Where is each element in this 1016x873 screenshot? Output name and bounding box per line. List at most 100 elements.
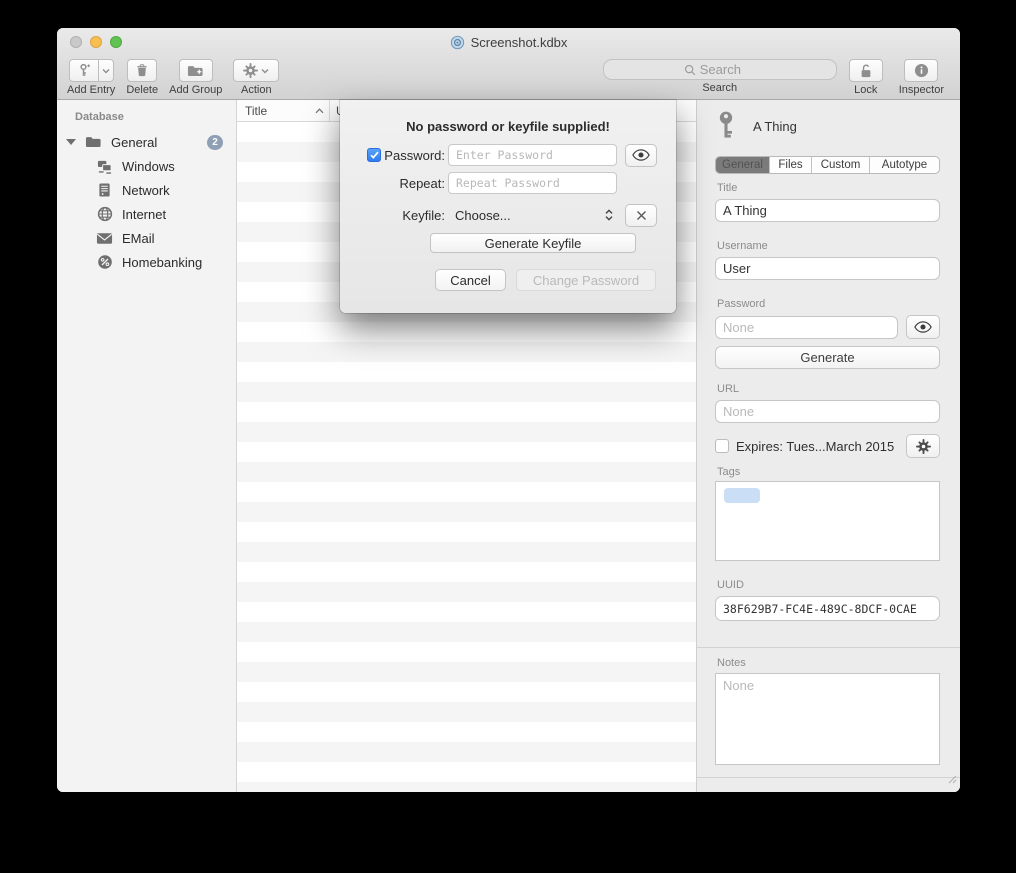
sidebar-section-header: Database xyxy=(75,111,236,123)
repeat-password-input[interactable] xyxy=(448,172,617,194)
disclosure-triangle-icon[interactable] xyxy=(66,139,76,145)
password-field[interactable] xyxy=(715,316,898,339)
sidebar-item-label: Homebanking xyxy=(122,255,202,270)
keyfile-popup[interactable]: Choose... xyxy=(448,208,617,223)
search-input[interactable] xyxy=(700,62,756,77)
inspector-item: Inspector xyxy=(899,59,944,96)
divider xyxy=(697,777,960,778)
action-button[interactable] xyxy=(233,59,279,82)
url-field[interactable] xyxy=(715,400,940,423)
windows-icon xyxy=(96,158,113,175)
resize-grip[interactable] xyxy=(946,771,957,789)
keyfile-label: Keyfile: xyxy=(402,208,445,223)
tags-label: Tags xyxy=(717,466,940,478)
column-header-title[interactable]: Title xyxy=(237,100,330,121)
sidebar-item-network[interactable]: Network xyxy=(57,178,236,202)
notes-label: Notes xyxy=(717,657,940,669)
reveal-password-button[interactable] xyxy=(625,144,657,167)
app-window: Screenshot.kdbx Add Ent xyxy=(57,28,960,792)
document-proxy-icon[interactable] xyxy=(450,35,465,50)
tag-pill[interactable] xyxy=(724,488,760,503)
expires-settings-button[interactable] xyxy=(906,434,940,458)
search-label: Search xyxy=(702,82,737,94)
sidebar-item-internet[interactable]: Internet xyxy=(57,202,236,226)
search-item: Search xyxy=(603,59,837,94)
change-password-button[interactable]: Change Password xyxy=(516,269,656,291)
add-entry-item: Add Entry xyxy=(67,59,115,96)
close-x-icon xyxy=(636,210,647,221)
reveal-password-button[interactable] xyxy=(906,315,940,339)
add-entry-dropdown-button[interactable] xyxy=(99,59,114,82)
sidebar-item-label: Windows xyxy=(122,159,175,174)
clear-keyfile-button[interactable] xyxy=(625,204,657,227)
tab-custom[interactable]: Custom xyxy=(812,157,870,173)
password-field-label: Password xyxy=(717,298,940,310)
add-entry-label: Add Entry xyxy=(67,84,115,96)
delete-button[interactable] xyxy=(127,59,157,82)
eye-icon xyxy=(914,321,932,333)
key-plus-icon xyxy=(76,63,91,78)
expires-label: Expires: Tues...March 2015 xyxy=(736,439,899,454)
sidebar-item-windows[interactable]: Windows xyxy=(57,154,236,178)
tab-general[interactable]: General xyxy=(716,157,770,173)
repeat-label: Repeat: xyxy=(399,176,445,191)
change-password-dialog: No password or keyfile supplied! Passwor… xyxy=(340,100,676,313)
add-group-button[interactable] xyxy=(179,59,213,82)
delete-label: Delete xyxy=(126,84,158,96)
generate-keyfile-button[interactable]: Generate Keyfile xyxy=(430,233,636,253)
sidebar-item-label: Internet xyxy=(122,207,166,222)
keyfile-value: Choose... xyxy=(455,208,511,223)
sidebar-item-homebanking[interactable]: Homebanking xyxy=(57,250,236,274)
tab-autotype[interactable]: Autotype xyxy=(870,157,939,173)
chevron-down-icon xyxy=(261,68,269,74)
tab-files[interactable]: Files xyxy=(770,157,812,173)
title-field-label: Title xyxy=(717,182,940,194)
sidebar-item-general[interactable]: General 2 xyxy=(57,130,236,154)
add-entry-button[interactable] xyxy=(69,59,99,82)
lock-item: Lock xyxy=(849,59,883,96)
add-group-item: Add Group xyxy=(169,59,222,96)
percent-icon xyxy=(96,254,113,271)
search-icon xyxy=(684,64,696,76)
password-checkbox[interactable] xyxy=(367,148,381,162)
folder-plus-icon xyxy=(187,64,204,78)
window-title: Screenshot.kdbx xyxy=(471,35,568,50)
sidebar-item-email[interactable]: EMail xyxy=(57,226,236,250)
search-field[interactable] xyxy=(603,59,837,80)
uuid-field[interactable] xyxy=(715,596,940,621)
title-field[interactable] xyxy=(715,199,940,222)
gear-icon xyxy=(916,439,931,454)
envelope-icon xyxy=(96,230,113,247)
inspector-header: A Thing xyxy=(715,108,940,144)
password-label: Password: xyxy=(384,148,445,163)
sidebar-item-label: EMail xyxy=(122,231,155,246)
username-field[interactable] xyxy=(715,257,940,280)
action-label: Action xyxy=(241,84,272,96)
cancel-button[interactable]: Cancel xyxy=(435,269,506,291)
unlock-icon xyxy=(859,63,873,79)
sort-ascending-icon xyxy=(315,108,324,114)
gear-icon xyxy=(243,63,258,78)
username-field-label: Username xyxy=(717,240,940,252)
enter-password-input[interactable] xyxy=(448,144,617,166)
sidebar: Database General 2 Windows Network xyxy=(57,100,237,792)
url-field-label: URL xyxy=(717,383,940,395)
tags-box[interactable] xyxy=(715,481,940,561)
folder-icon xyxy=(85,134,102,151)
entry-title: A Thing xyxy=(753,119,797,134)
add-group-label: Add Group xyxy=(169,84,222,96)
inspector-panel: A Thing General Files Custom Autotype Ti… xyxy=(696,100,960,792)
generate-password-button[interactable]: Generate xyxy=(715,346,940,369)
info-icon xyxy=(914,63,929,78)
count-badge: 2 xyxy=(207,135,223,150)
lock-button[interactable] xyxy=(849,59,883,82)
inspector-button[interactable] xyxy=(904,59,938,82)
inspector-label: Inspector xyxy=(899,84,944,96)
notes-field[interactable] xyxy=(715,673,940,765)
lock-label: Lock xyxy=(854,84,877,96)
server-icon xyxy=(96,182,113,199)
titlebar: Screenshot.kdbx xyxy=(57,28,960,56)
action-item: Action xyxy=(233,59,279,96)
expires-checkbox[interactable] xyxy=(715,439,729,453)
sidebar-item-label: General xyxy=(111,135,157,150)
